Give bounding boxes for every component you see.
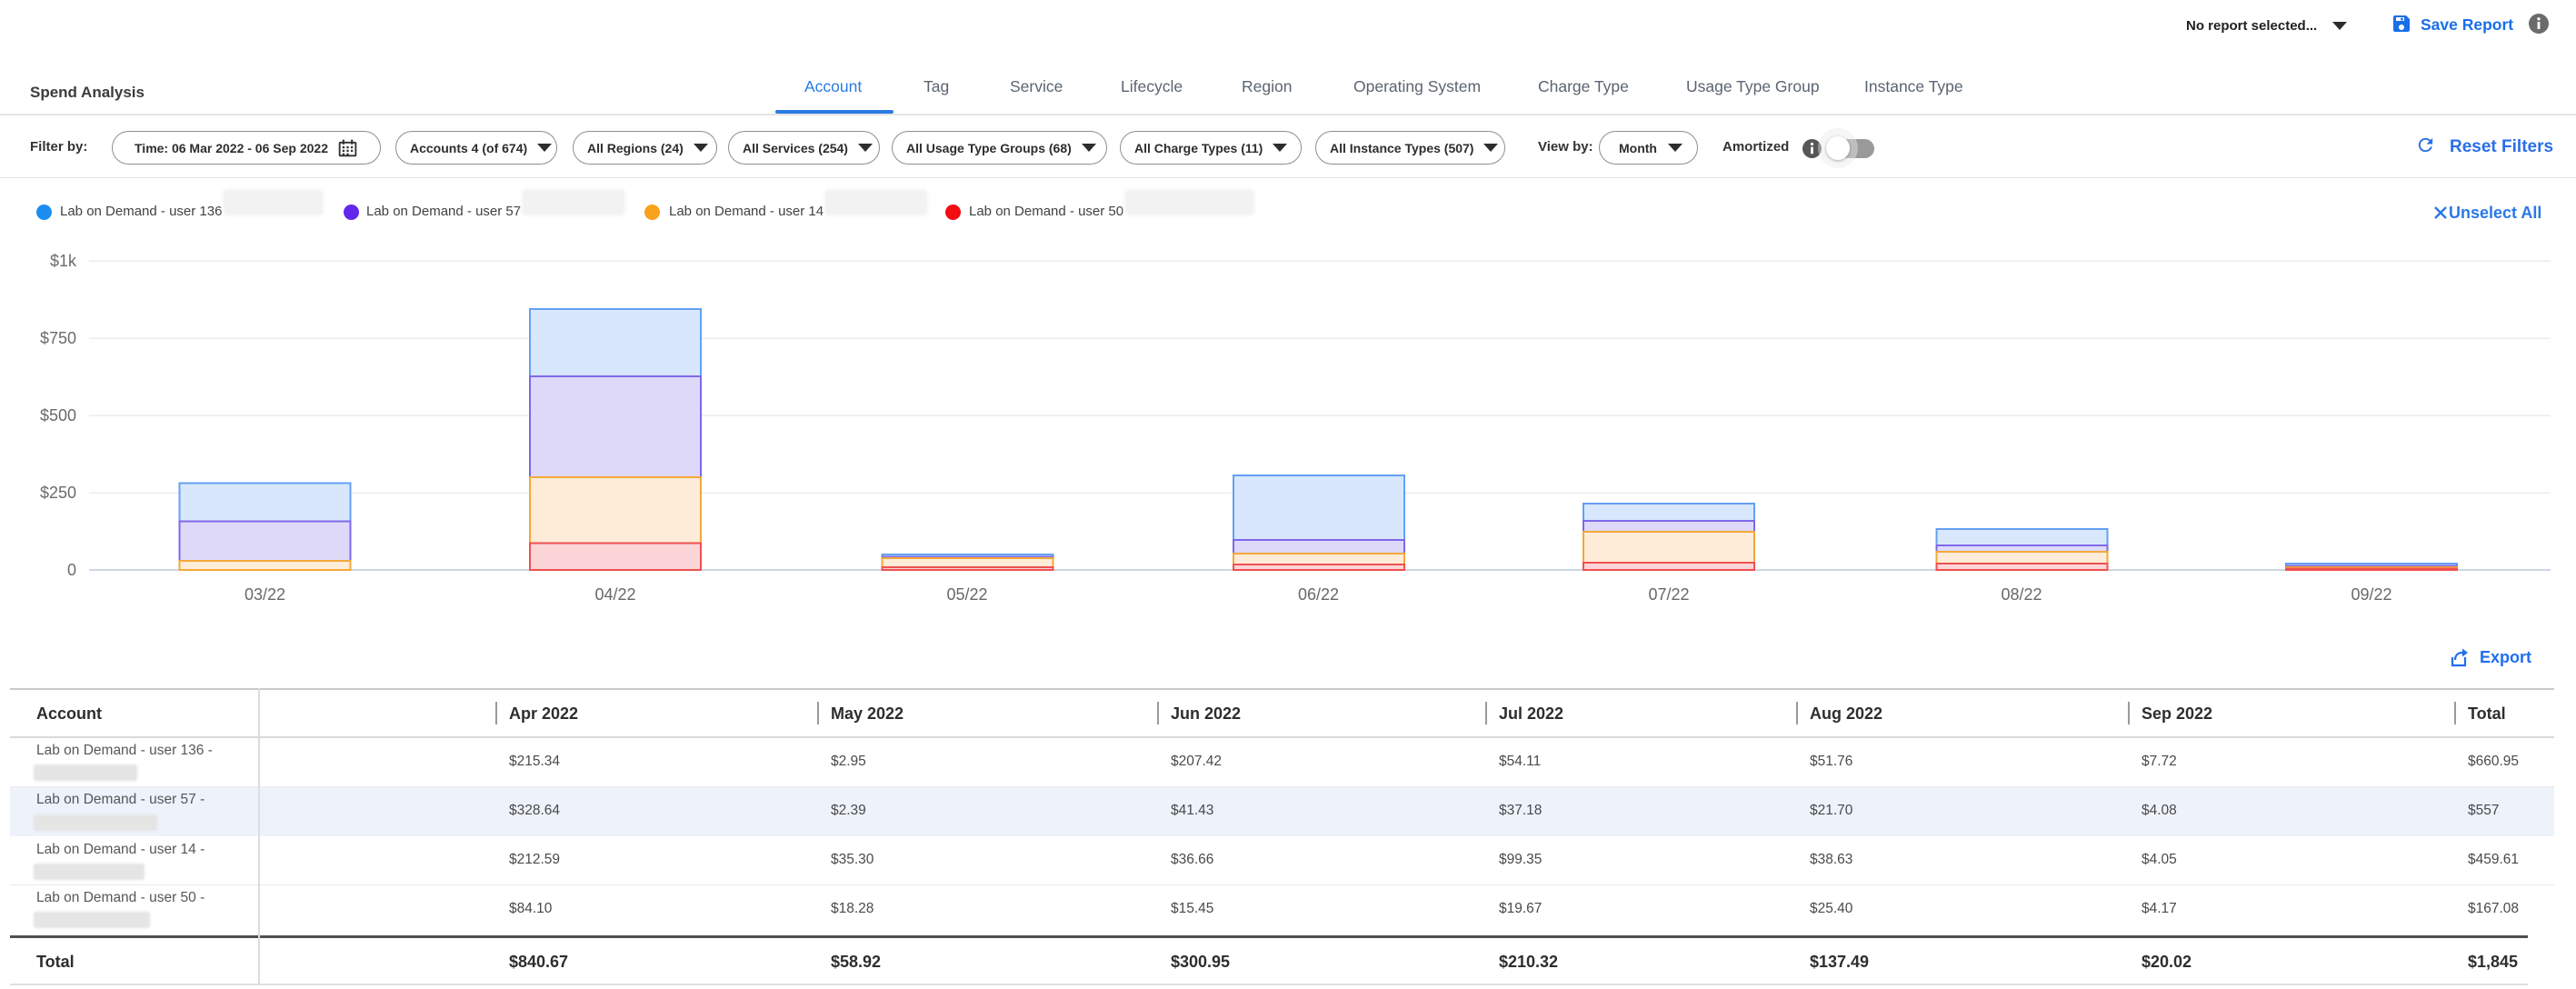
svg-text:05/22: 05/22 — [946, 585, 987, 604]
svg-text:04/22: 04/22 — [594, 585, 635, 604]
svg-text:08/22: 08/22 — [2001, 585, 2042, 604]
svg-text:$1k: $1k — [50, 252, 77, 270]
svg-text:03/22: 03/22 — [245, 585, 285, 604]
svg-text:$750: $750 — [40, 329, 76, 347]
svg-text:06/22: 06/22 — [1298, 585, 1339, 604]
svg-text:07/22: 07/22 — [1648, 585, 1689, 604]
svg-text:$250: $250 — [40, 484, 76, 502]
svg-text:$500: $500 — [40, 406, 76, 425]
svg-text:0: 0 — [67, 561, 76, 579]
svg-text:09/22: 09/22 — [2351, 585, 2391, 604]
